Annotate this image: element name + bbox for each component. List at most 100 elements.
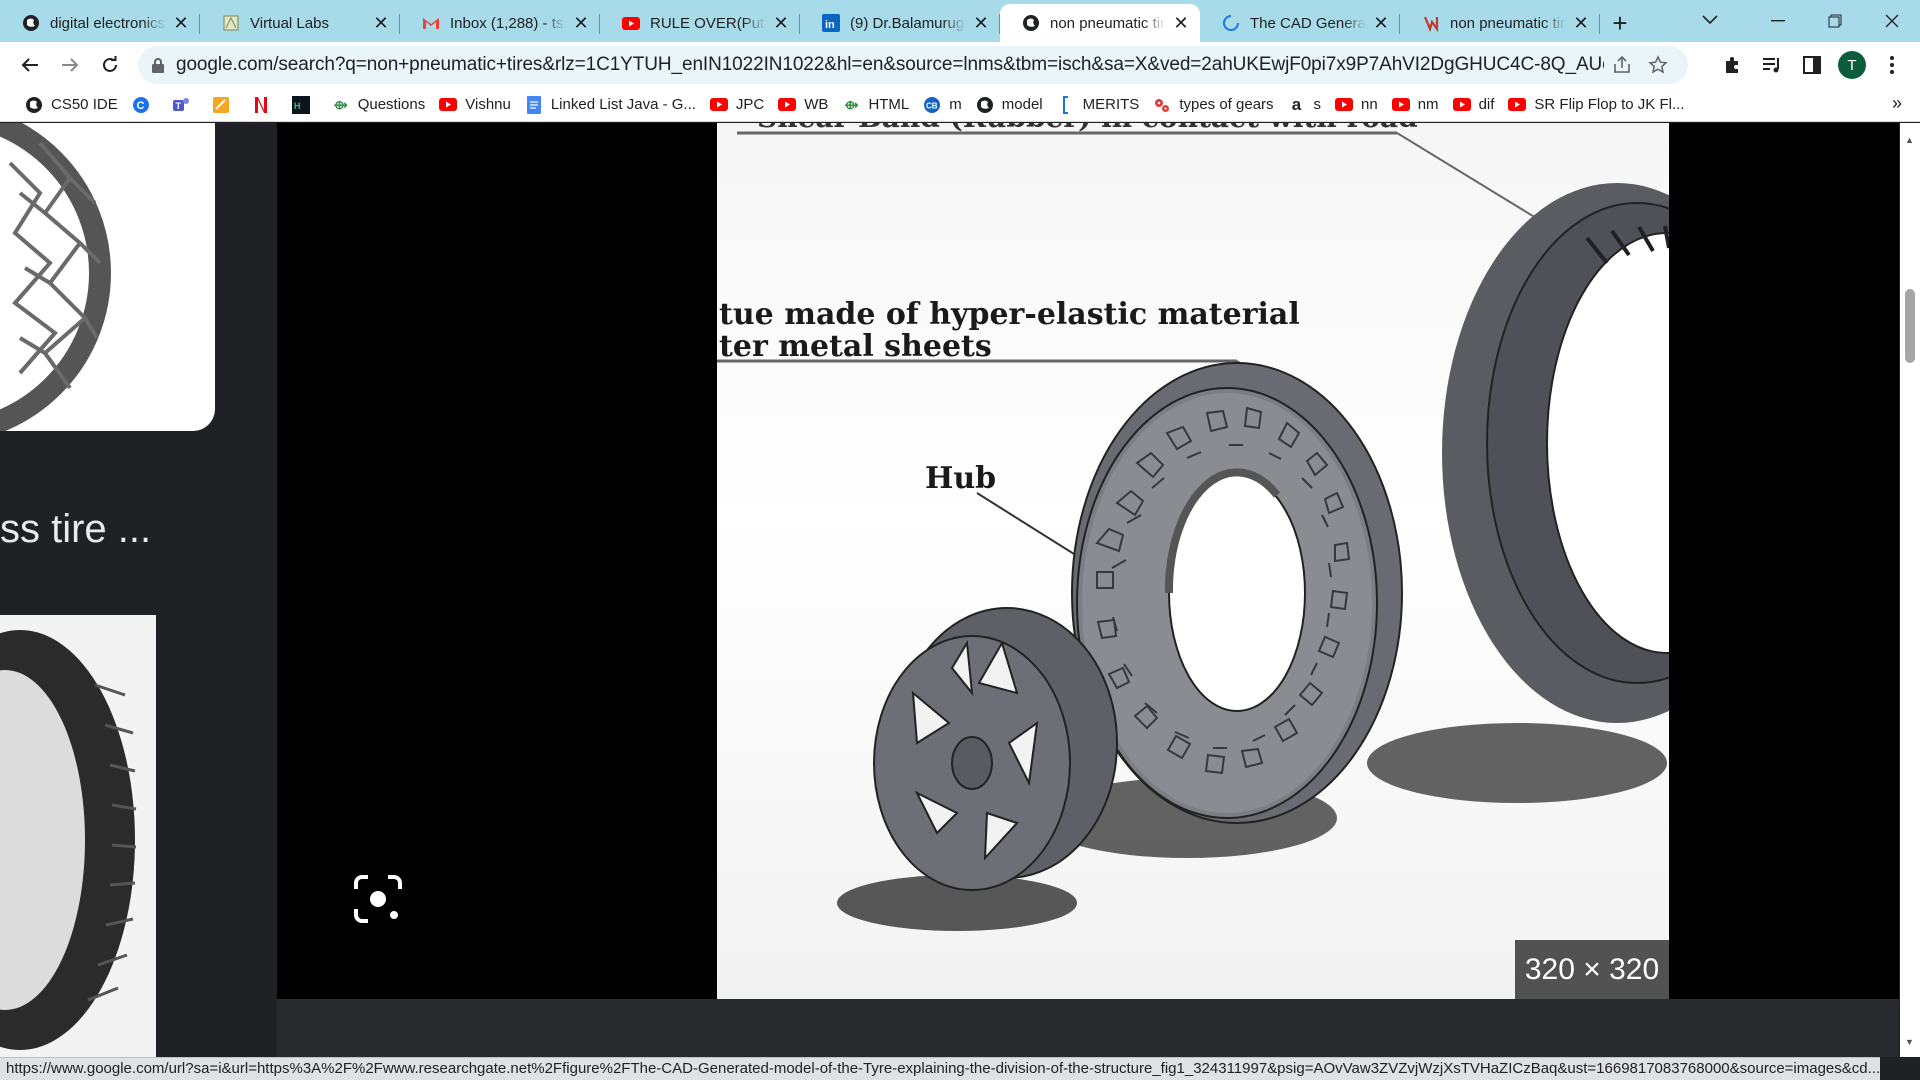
image-dimensions-badge: 320 × 320 bbox=[1515, 940, 1669, 999]
bookmarks-bar: CS50 IDE C T H ⟴ Questions Vishnu Linked … bbox=[0, 88, 1920, 122]
address-bar[interactable]: google.com/search?q=non+pneumatic+tires&… bbox=[138, 46, 1688, 84]
restore-button[interactable] bbox=[1806, 0, 1863, 42]
tab-cad-generated[interactable]: The CAD Generated ✕ bbox=[1200, 4, 1400, 42]
url-text[interactable]: google.com/search?q=non+pneumatic+tires&… bbox=[176, 54, 1604, 76]
amazon-icon: a bbox=[1291, 94, 1302, 114]
tire-diagram-figure bbox=[717, 131, 1669, 931]
close-window-button[interactable] bbox=[1863, 0, 1920, 42]
globe-icon bbox=[25, 96, 43, 114]
close-icon[interactable]: ✕ bbox=[172, 14, 190, 32]
scroll-down-icon[interactable]: ▼ bbox=[1905, 1037, 1914, 1047]
bookmark-label: SR Flip Flop to JK Fl... bbox=[1534, 96, 1685, 113]
profile-button[interactable]: T bbox=[1832, 45, 1872, 85]
lens-icon bbox=[354, 875, 402, 923]
google-lens-button[interactable] bbox=[350, 871, 406, 927]
close-icon[interactable]: ✕ bbox=[1572, 14, 1590, 32]
bookmark-label: nm bbox=[1417, 96, 1439, 113]
bookmark-cs50-ide[interactable]: CS50 IDE bbox=[18, 91, 125, 119]
youtube-icon bbox=[1508, 96, 1527, 114]
lock-icon bbox=[152, 57, 164, 73]
back-button[interactable] bbox=[10, 45, 50, 85]
media-queue-icon[interactable] bbox=[1752, 45, 1792, 85]
bookmark-nn[interactable]: nn bbox=[1328, 91, 1385, 119]
bookmark-codechef[interactable]: C bbox=[125, 91, 165, 119]
result-thumbnail-airless-tire[interactable] bbox=[0, 123, 215, 431]
result-caption[interactable]: ss tire ... bbox=[0, 507, 151, 552]
figure-label-shear-band: Shear Band (Rubber) in contact with road bbox=[757, 123, 1418, 134]
menu-icon[interactable] bbox=[1872, 45, 1912, 85]
tab-linkedin[interactable]: in (9) Dr.Balamurugan ✕ bbox=[800, 4, 1000, 42]
tab-title: RULE OVER(Putt Jatt bbox=[650, 14, 766, 32]
bookmark-m[interactable]: CB m bbox=[916, 91, 969, 119]
more-bookmarks-icon[interactable]: » bbox=[1892, 93, 1902, 114]
bookmark-teams[interactable]: T bbox=[165, 91, 205, 119]
bookmark-notes[interactable] bbox=[205, 91, 245, 119]
preview-image[interactable]: Shear Band (Rubber) in contact with road… bbox=[717, 123, 1669, 999]
youtube-icon bbox=[709, 96, 728, 114]
tab-title: Virtual Labs bbox=[250, 14, 329, 32]
bookmark-linked-list-java[interactable]: Linked List Java - G... bbox=[518, 91, 703, 119]
globe-icon bbox=[22, 14, 40, 32]
bookmark-vishnu[interactable]: Vishnu bbox=[432, 91, 518, 119]
preview-footer bbox=[277, 999, 1899, 1057]
reload-icon bbox=[103, 56, 117, 72]
gfg-icon: ⟴ bbox=[333, 97, 348, 112]
result-thumbnail-tire[interactable] bbox=[0, 615, 156, 1057]
forward-button[interactable] bbox=[50, 45, 90, 85]
share-icon[interactable] bbox=[1604, 47, 1640, 83]
tab-digital-electronics[interactable]: digital electronics ✕ bbox=[0, 4, 200, 42]
youtube-icon bbox=[439, 96, 458, 114]
tab-gmail-inbox[interactable]: Inbox (1,288) - tsa ✕ bbox=[400, 4, 600, 42]
bookmark-label: Vishnu bbox=[465, 96, 511, 113]
close-icon[interactable]: ✕ bbox=[572, 14, 590, 32]
bookmark-questions[interactable]: ⟴ Questions bbox=[325, 91, 433, 119]
close-icon[interactable]: ✕ bbox=[1372, 14, 1390, 32]
bookmark-label: types of gears bbox=[1179, 96, 1274, 113]
tab-virtual-labs[interactable]: Virtual Labs ✕ bbox=[200, 4, 400, 42]
side-panel-icon[interactable] bbox=[1792, 45, 1832, 85]
bookmark-model[interactable]: model bbox=[969, 91, 1050, 119]
bookmark-jpc[interactable]: JPC bbox=[703, 91, 771, 119]
svg-text:CB: CB bbox=[926, 101, 938, 110]
minimize-button[interactable] bbox=[1749, 0, 1806, 42]
tab-title: (9) Dr.Balamurugan bbox=[850, 14, 966, 32]
close-icon[interactable]: ✕ bbox=[372, 14, 390, 32]
page-scrollbar[interactable]: ▲ ▼ bbox=[1900, 123, 1920, 1057]
youtube-icon bbox=[1335, 96, 1354, 114]
notes-icon bbox=[212, 96, 230, 114]
new-tab-button[interactable]: + bbox=[1600, 4, 1640, 42]
scroll-up-icon[interactable]: ▲ bbox=[1905, 135, 1914, 145]
tire-thumbnail-image bbox=[0, 123, 111, 431]
bookmark-hackerrank[interactable]: H bbox=[285, 91, 325, 119]
gears-icon bbox=[1153, 96, 1171, 114]
globe-icon bbox=[976, 96, 994, 114]
figure-label-line2: ter metal sheets bbox=[719, 329, 992, 364]
tab-researchgate[interactable]: non pneumatic tires ✕ bbox=[1400, 4, 1600, 42]
bookmark-html[interactable]: ⟴ HTML bbox=[835, 91, 916, 119]
reload-button[interactable] bbox=[90, 45, 130, 85]
tab-non-pneumatic-tires-active[interactable]: non pneumatic tires ✕ bbox=[1000, 4, 1200, 42]
bookmark-star-icon[interactable] bbox=[1640, 47, 1676, 83]
bookmark-netflix[interactable] bbox=[245, 91, 285, 119]
close-icon[interactable]: ✕ bbox=[772, 14, 790, 32]
youtube-icon bbox=[778, 96, 797, 114]
youtube-icon bbox=[1452, 96, 1471, 114]
tab-search-button[interactable] bbox=[1690, 0, 1730, 40]
tab-youtube-rule-over[interactable]: RULE OVER(Putt Jatt ✕ bbox=[600, 4, 800, 42]
svg-text:in: in bbox=[825, 19, 835, 31]
close-icon[interactable]: ✕ bbox=[1172, 14, 1190, 32]
bookmark-types-of-gears[interactable]: types of gears bbox=[1146, 91, 1280, 119]
extensions-icon[interactable] bbox=[1712, 45, 1752, 85]
bookmark-dif[interactable]: dif bbox=[1446, 91, 1502, 119]
close-icon[interactable]: ✕ bbox=[972, 14, 990, 32]
codechef-icon: C bbox=[132, 96, 150, 114]
bookmark-merits[interactable]: MERITS bbox=[1050, 91, 1147, 119]
bookmark-label: s bbox=[1313, 96, 1322, 113]
scrollbar-thumb[interactable] bbox=[1905, 289, 1915, 363]
virtual-labs-icon bbox=[222, 14, 240, 32]
svg-text:C: C bbox=[136, 100, 144, 112]
bookmark-sr-flip-flop[interactable]: SR Flip Flop to JK Fl... bbox=[1501, 91, 1691, 119]
bookmark-wb[interactable]: WB bbox=[771, 91, 835, 119]
bookmark-nm[interactable]: nm bbox=[1385, 91, 1446, 119]
bookmark-s[interactable]: as bbox=[1281, 91, 1329, 119]
